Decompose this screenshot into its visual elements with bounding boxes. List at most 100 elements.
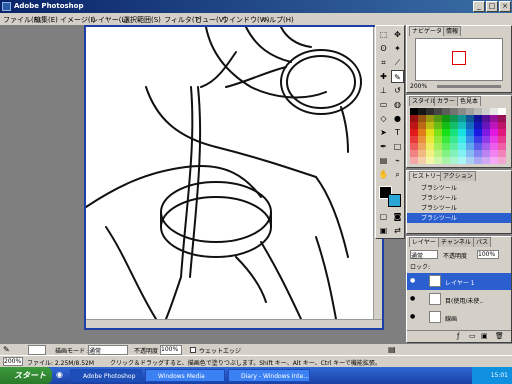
history-item[interactable]: ブラシツール xyxy=(407,193,511,203)
color-swatch[interactable] xyxy=(490,136,498,143)
palette-well-icon[interactable]: ▤ xyxy=(388,345,396,354)
mode-select[interactable]: 通常 xyxy=(88,345,128,355)
tab-color[interactable]: カラー xyxy=(434,96,459,106)
task-photoshop[interactable]: Adobe Photoshop xyxy=(70,369,142,382)
color-swatch[interactable] xyxy=(426,150,434,157)
color-swatch[interactable] xyxy=(426,115,434,122)
status-zoom[interactable]: 200% xyxy=(3,357,23,366)
color-swatch[interactable] xyxy=(410,136,418,143)
color-swatch[interactable] xyxy=(434,115,442,122)
eyedropper-tool-icon[interactable]: ⌁ xyxy=(391,154,404,167)
color-swatch[interactable] xyxy=(458,157,466,164)
color-swatch[interactable] xyxy=(458,122,466,129)
layer-row-selected[interactable]: ● レイヤー 1 xyxy=(407,273,511,290)
color-swatch[interactable] xyxy=(474,150,482,157)
color-swatch[interactable] xyxy=(410,108,418,115)
close-button[interactable]: × xyxy=(499,1,511,12)
bucket-tool-icon[interactable]: ◍ xyxy=(391,98,404,111)
color-swatch[interactable] xyxy=(434,129,442,136)
color-swatch[interactable] xyxy=(490,143,498,150)
color-swatch[interactable] xyxy=(418,157,426,164)
color-swatch[interactable] xyxy=(466,143,474,150)
color-swatch[interactable] xyxy=(442,150,450,157)
color-swatch[interactable] xyxy=(498,129,506,136)
color-swatch[interactable] xyxy=(498,150,506,157)
maximize-button[interactable]: □ xyxy=(486,1,498,12)
color-swatch[interactable] xyxy=(498,122,506,129)
color-swatch[interactable] xyxy=(450,143,458,150)
color-swatch[interactable] xyxy=(410,157,418,164)
color-swatch[interactable] xyxy=(450,150,458,157)
brush-size-picker[interactable] xyxy=(28,345,46,355)
color-swatch[interactable] xyxy=(490,150,498,157)
color-swatch[interactable] xyxy=(474,129,482,136)
quick-launch-icon[interactable]: ◉ xyxy=(56,370,63,379)
color-swatch[interactable] xyxy=(490,129,498,136)
color-swatch[interactable] xyxy=(442,122,450,129)
quickmask-mode-icon[interactable]: ◙ xyxy=(391,210,404,223)
color-swatch[interactable] xyxy=(498,115,506,122)
zoom-tool-icon[interactable]: ⌕ xyxy=(391,168,404,181)
color-swatch[interactable] xyxy=(450,115,458,122)
color-swatch[interactable] xyxy=(418,150,426,157)
color-swatch[interactable] xyxy=(482,108,490,115)
tab-actions[interactable]: アクション xyxy=(440,171,476,181)
color-swatch[interactable] xyxy=(490,115,498,122)
eraser-tool-icon[interactable]: ▭ xyxy=(377,98,390,111)
start-button[interactable]: スタート xyxy=(0,367,52,384)
color-swatch[interactable] xyxy=(434,122,442,129)
new-layer-icon[interactable]: ▣ xyxy=(481,332,488,340)
color-swatch[interactable] xyxy=(498,143,506,150)
color-swatch[interactable] xyxy=(482,136,490,143)
navigator-thumbnail[interactable] xyxy=(415,38,503,81)
layer-row[interactable]: ● 目(使用/未使.. xyxy=(407,291,511,308)
jump-to-imageready-icon[interactable]: ⇄ xyxy=(391,224,404,237)
color-swatch[interactable] xyxy=(426,108,434,115)
color-swatch[interactable] xyxy=(418,136,426,143)
layer-row[interactable]: ● 線画 xyxy=(407,309,511,326)
color-swatch[interactable] xyxy=(482,115,490,122)
color-swatch[interactable] xyxy=(466,115,474,122)
color-swatch[interactable] xyxy=(458,129,466,136)
color-swatch[interactable] xyxy=(418,115,426,122)
history-item-selected[interactable]: ブラシツール xyxy=(407,213,511,223)
marquee-tool-icon[interactable]: ⬚ xyxy=(377,28,390,41)
color-swatch[interactable] xyxy=(466,108,474,115)
color-swatch[interactable] xyxy=(410,129,418,136)
color-swatch[interactable] xyxy=(482,129,490,136)
color-swatch[interactable] xyxy=(482,157,490,164)
color-swatch[interactable] xyxy=(442,136,450,143)
opacity-field[interactable]: 100% xyxy=(160,345,182,355)
blur-tool-icon[interactable]: ◇ xyxy=(377,112,390,125)
color-swatch[interactable] xyxy=(458,115,466,122)
color-swatch[interactable] xyxy=(426,136,434,143)
color-swatch[interactable] xyxy=(474,143,482,150)
standard-mode-icon[interactable]: ▢ xyxy=(377,210,390,223)
menu-help[interactable]: ヘルプ(H) xyxy=(262,15,294,25)
color-swatch[interactable] xyxy=(482,150,490,157)
wet-edges-checkbox[interactable] xyxy=(190,347,196,353)
color-swatch[interactable] xyxy=(426,122,434,129)
path-selection-tool-icon[interactable]: ➤ xyxy=(377,126,390,139)
color-swatch[interactable] xyxy=(474,136,482,143)
color-swatch[interactable] xyxy=(482,122,490,129)
history-brush-tool-icon[interactable]: ↺ xyxy=(391,84,404,97)
navigator-view-box[interactable] xyxy=(452,51,466,65)
swatch-grid[interactable] xyxy=(410,108,506,164)
tab-paths[interactable]: パス xyxy=(473,237,492,247)
brush-tool-icon[interactable]: ✎ xyxy=(391,70,404,83)
notes-tool-icon[interactable]: ▤ xyxy=(377,154,390,167)
color-swatch[interactable] xyxy=(466,157,474,164)
dodge-tool-icon[interactable]: ● xyxy=(391,112,404,125)
tab-channels[interactable]: チャンネル xyxy=(438,237,474,247)
color-swatch[interactable] xyxy=(458,108,466,115)
color-swatch[interactable] xyxy=(450,108,458,115)
color-swatch[interactable] xyxy=(450,136,458,143)
color-swatch[interactable] xyxy=(434,157,442,164)
color-swatch[interactable] xyxy=(418,143,426,150)
pen-tool-icon[interactable]: ✒ xyxy=(377,140,390,153)
color-swatch[interactable] xyxy=(450,129,458,136)
color-swatch[interactable] xyxy=(450,157,458,164)
color-swatch[interactable] xyxy=(442,115,450,122)
brush-preset-icon[interactable]: ✎ xyxy=(3,345,10,354)
